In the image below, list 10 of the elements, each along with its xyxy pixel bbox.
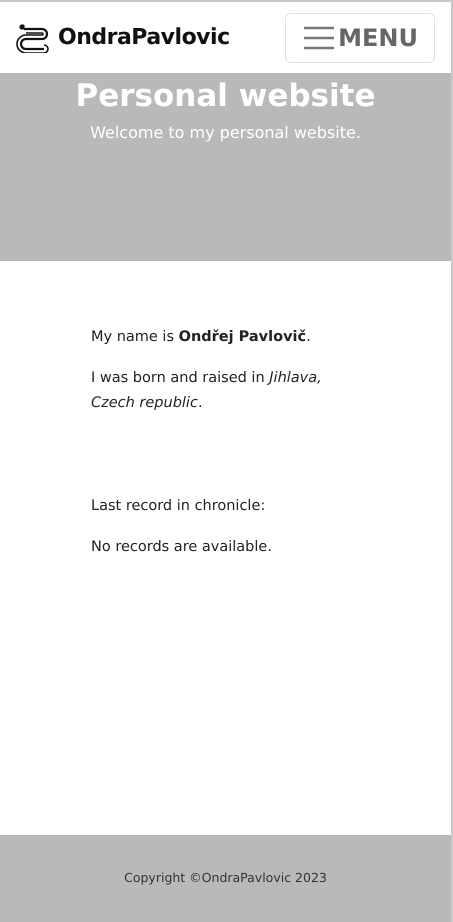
chronicle-empty-message: No records are available. bbox=[91, 538, 273, 557]
chronicle-label: Last record in chronicle: bbox=[91, 497, 266, 516]
menu-icon bbox=[302, 24, 336, 50]
hero-title: Personal website bbox=[76, 77, 376, 115]
menu-button[interactable]: MENU bbox=[285, 12, 435, 62]
copyright-text: Copyright ©OndraPavlovic 2023 bbox=[124, 869, 327, 888]
intro-paragraph: I was born and raised in Jihlava, Czech republic. bbox=[91, 369, 323, 413]
site-logo-text[interactable]: OndraPavlovic bbox=[58, 21, 230, 54]
intro-paragraph: My name is Ondřej Pavlovič. bbox=[91, 328, 312, 347]
hero-subtitle: Welcome to my personal website. bbox=[90, 122, 361, 144]
